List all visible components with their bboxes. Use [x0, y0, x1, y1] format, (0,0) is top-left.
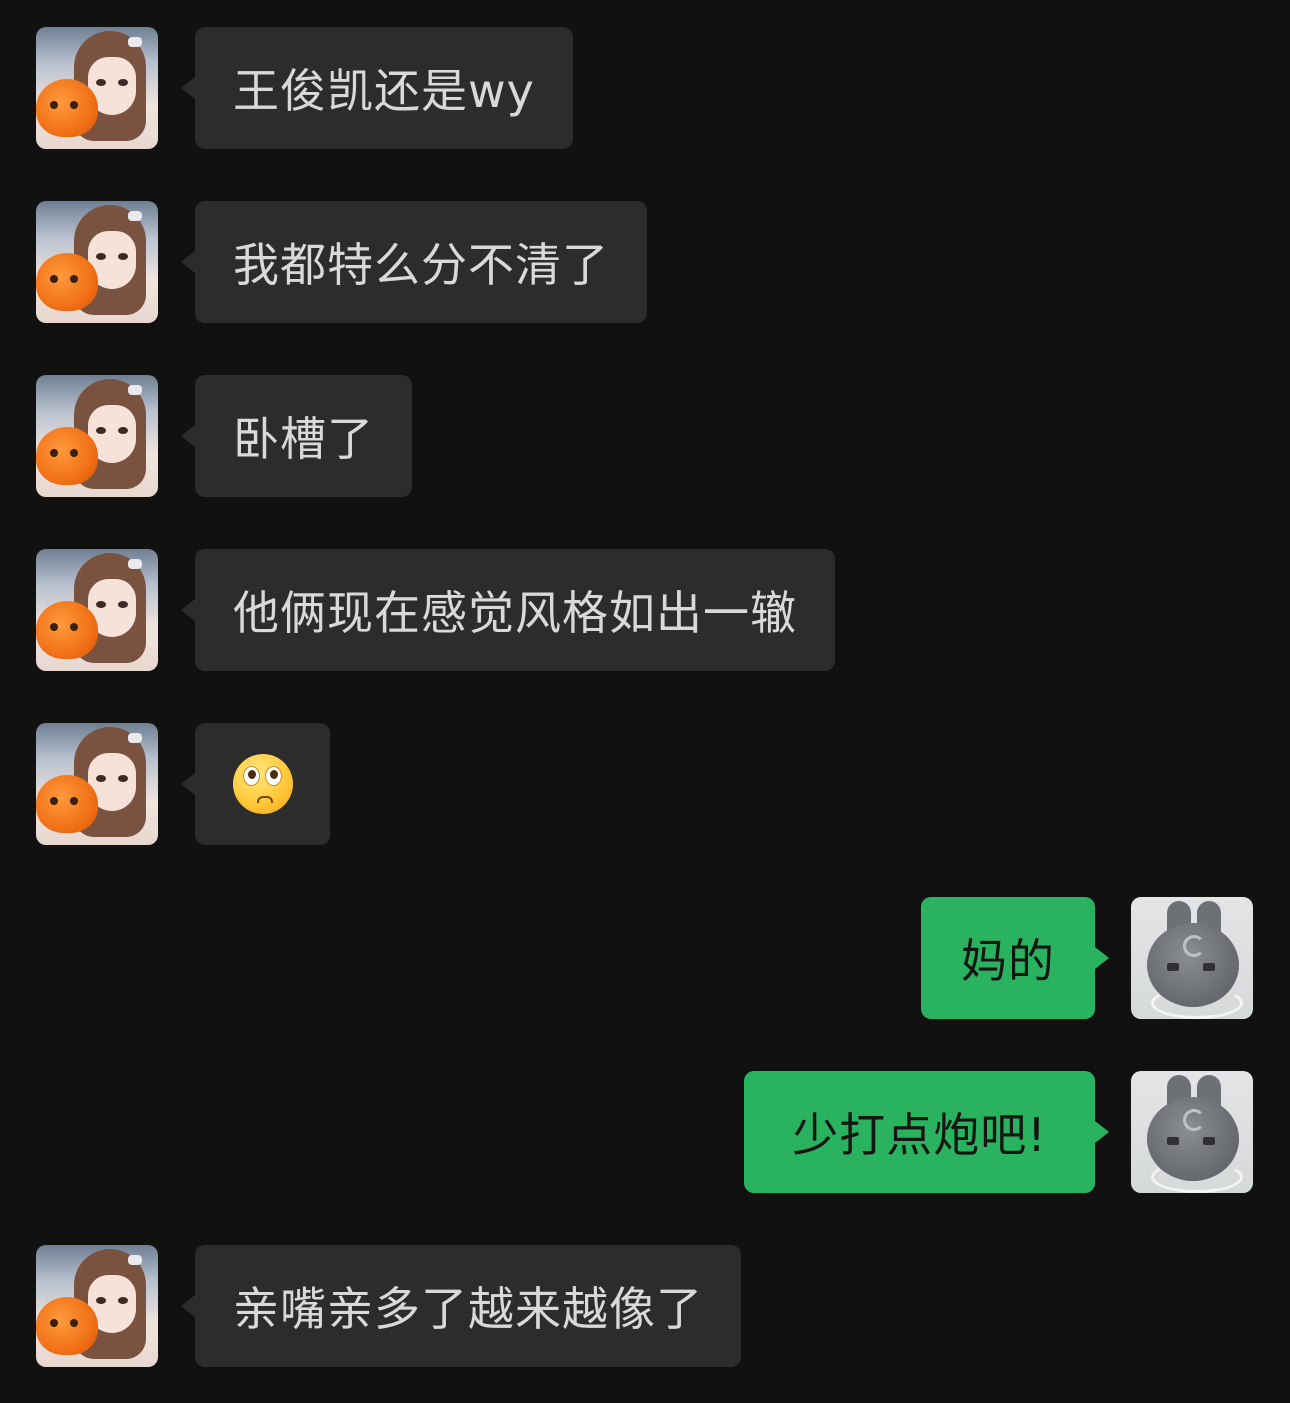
- user-avatar[interactable]: [1131, 1071, 1253, 1193]
- message-row: 卧槽了: [0, 375, 1290, 499]
- bubble-tail: [1095, 947, 1109, 969]
- message-row: [0, 723, 1290, 847]
- bubble-tail: [181, 77, 195, 99]
- bubble-tail: [181, 599, 195, 621]
- outgoing-message-bubble[interactable]: 妈的: [921, 897, 1095, 1019]
- bubble-tail: [181, 251, 195, 273]
- message-text: 卧槽了: [233, 412, 374, 466]
- message-row: 少打点炮吧!: [0, 1071, 1290, 1195]
- outgoing-message-bubble[interactable]: 少打点炮吧!: [744, 1071, 1095, 1193]
- contact-avatar[interactable]: [36, 1245, 158, 1367]
- message-row: 我都特么分不清了: [0, 201, 1290, 325]
- message-row: 亲嘴亲多了越来越像了: [0, 1245, 1290, 1369]
- contact-avatar[interactable]: [36, 549, 158, 671]
- message-row: 王俊凯还是wy: [0, 27, 1290, 151]
- message-row: 妈的: [0, 897, 1290, 1021]
- user-avatar[interactable]: [1131, 897, 1253, 1019]
- contact-avatar[interactable]: [36, 375, 158, 497]
- incoming-message-bubble[interactable]: 亲嘴亲多了越来越像了: [195, 1245, 741, 1367]
- incoming-message-bubble[interactable]: 我都特么分不清了: [195, 201, 647, 323]
- incoming-message-bubble[interactable]: 他俩现在感觉风格如出一辙: [195, 549, 835, 671]
- contact-avatar[interactable]: [36, 201, 158, 323]
- message-text: 我都特么分不清了: [233, 238, 609, 292]
- contact-avatar[interactable]: [36, 27, 158, 149]
- message-row: 他俩现在感觉风格如出一辙: [0, 549, 1290, 673]
- message-text: 他俩现在感觉风格如出一辙: [233, 586, 797, 640]
- incoming-message-bubble[interactable]: [195, 723, 330, 845]
- contact-avatar[interactable]: [36, 723, 158, 845]
- incoming-message-bubble[interactable]: 卧槽了: [195, 375, 412, 497]
- message-text: 亲嘴亲多了越来越像了: [233, 1282, 703, 1336]
- bubble-tail: [181, 773, 195, 795]
- bubble-tail: [181, 1295, 195, 1317]
- incoming-message-bubble[interactable]: 王俊凯还是wy: [195, 27, 573, 149]
- bubble-tail: [1095, 1121, 1109, 1143]
- bubble-tail: [181, 425, 195, 447]
- message-text: 少打点炮吧!: [792, 1108, 1047, 1162]
- flushed-face-icon: [232, 754, 293, 814]
- message-text: 王俊凯还是wy: [233, 64, 535, 118]
- chat-window: 王俊凯还是wy 我都特么分不清了 卧槽了 他俩现在感觉风格如出一辙 妈的 少打点…: [0, 0, 1290, 1403]
- message-text: 妈的: [961, 934, 1055, 988]
